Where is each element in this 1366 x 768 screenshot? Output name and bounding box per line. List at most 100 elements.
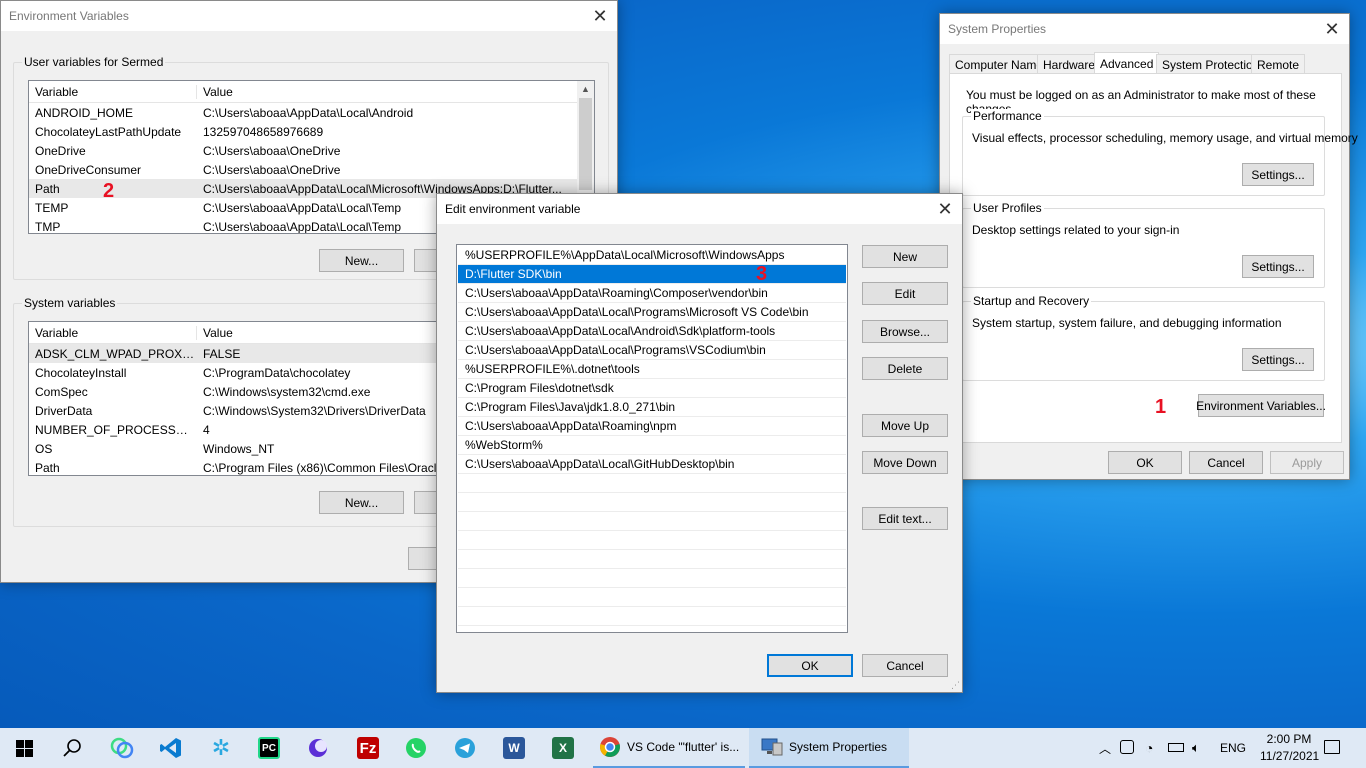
- taskbar-sysprops-item[interactable]: System Properties: [749, 728, 909, 768]
- path-list[interactable]: %USERPROFILE%\AppData\Local\Microsoft\Wi…: [456, 244, 848, 633]
- empty-list-item[interactable]: [458, 588, 846, 607]
- list-item[interactable]: C:\Users\aboaa\AppData\Local\Programs\VS…: [458, 341, 846, 360]
- list-item[interactable]: C:\Users\aboaa\AppData\Local\Android\Sdk…: [458, 322, 846, 341]
- env-titlebar[interactable]: Environment Variables ✕: [1, 1, 617, 31]
- resize-grip-icon[interactable]: ⋰: [951, 680, 960, 691]
- scrollbar-thumb[interactable]: [579, 98, 592, 190]
- variable-value: C:\Users\aboaa\AppData\Local\Android: [203, 105, 414, 120]
- variable-name: OneDrive: [35, 143, 86, 158]
- empty-list-item[interactable]: [458, 493, 846, 512]
- environment-variables-button[interactable]: Environment Variables...: [1196, 394, 1326, 417]
- edit-cancel-button[interactable]: Cancel: [862, 654, 948, 677]
- notifications-icon[interactable]: [1324, 740, 1340, 754]
- telegram-icon[interactable]: [441, 728, 489, 768]
- system-properties-icon: [761, 738, 783, 756]
- close-icon[interactable]: ✕: [1317, 14, 1347, 44]
- performance-settings-button[interactable]: Settings...: [1242, 163, 1314, 186]
- column-value[interactable]: Value: [197, 85, 233, 99]
- edit-environment-variable-dialog: Edit environment variable ✕ %USERPROFILE…: [436, 193, 963, 693]
- vscode-icon[interactable]: [147, 728, 195, 768]
- delete-button[interactable]: Delete: [862, 357, 948, 380]
- sysprops-ok-button[interactable]: OK: [1108, 451, 1182, 474]
- pycharm-icon[interactable]: PC: [245, 728, 293, 768]
- annotation-marker-3: 3: [756, 263, 768, 285]
- tab-hardware[interactable]: Hardware: [1037, 54, 1102, 74]
- table-row[interactable]: OneDrive C:\Users\aboaa\OneDrive: [29, 141, 594, 160]
- empty-list-item[interactable]: [458, 512, 846, 531]
- excel-icon[interactable]: X: [539, 728, 587, 768]
- tab-remote[interactable]: Remote: [1251, 54, 1306, 74]
- app-gear-icon[interactable]: ✲: [197, 728, 245, 768]
- system-new-button[interactable]: New...: [319, 491, 404, 514]
- empty-list-item[interactable]: [458, 607, 846, 626]
- user-profiles-label: User Profiles: [971, 201, 1044, 215]
- list-item[interactable]: C:\Users\aboaa\AppData\Local\Programs\Mi…: [458, 303, 846, 322]
- variable-name: NUMBER_OF_PROCESSORS: [35, 422, 197, 437]
- move-up-button[interactable]: Move Up: [862, 414, 948, 437]
- list-item[interactable]: %USERPROFILE%\AppData\Local\Microsoft\Wi…: [458, 246, 846, 265]
- list-item[interactable]: C:\Users\aboaa\AppData\Local\GitHubDeskt…: [458, 455, 846, 474]
- variable-value: 132597048658976689: [203, 124, 324, 139]
- edit-ok-button[interactable]: OK: [767, 654, 853, 677]
- windows-icon: [15, 739, 33, 757]
- start-button[interactable]: [0, 728, 48, 768]
- tab-advanced[interactable]: Advanced: [1094, 52, 1160, 74]
- tab-system-protection[interactable]: System Protection: [1156, 54, 1266, 74]
- list-item[interactable]: D:\Flutter SDK\bin: [458, 265, 846, 284]
- empty-list-item[interactable]: [458, 474, 846, 493]
- table-row[interactable]: ChocolateyLastPathUpdate 1325970486589766…: [29, 122, 594, 141]
- language-indicator[interactable]: ENG: [1220, 728, 1246, 768]
- table-row[interactable]: OneDriveConsumer C:\Users\aboaa\OneDrive: [29, 160, 594, 179]
- performance-desc: Visual effects, processor scheduling, me…: [972, 131, 1358, 145]
- performance-group: Performance Visual effects, processor sc…: [962, 109, 1358, 196]
- user-variables-label: User variables for Sermed: [22, 55, 166, 69]
- sysprops-cancel-button[interactable]: Cancel: [1189, 451, 1263, 474]
- clock[interactable]: 2:00 PM 11/27/2021: [1260, 731, 1319, 765]
- edit-button[interactable]: Edit: [862, 282, 948, 305]
- close-icon[interactable]: ✕: [585, 1, 615, 31]
- tray-device-icon[interactable]: [1120, 740, 1134, 754]
- list-item[interactable]: C:\Users\aboaa\AppData\Roaming\npm: [458, 417, 846, 436]
- tray-overflow-icon[interactable]: ︿: [1097, 728, 1113, 768]
- move-down-button[interactable]: Move Down: [862, 451, 948, 474]
- edit-titlebar[interactable]: Edit environment variable ✕: [437, 194, 962, 224]
- wifi-icon[interactable]: ◔: [1145, 728, 1153, 768]
- list-item[interactable]: C:\Users\aboaa\AppData\Roaming\Composer\…: [458, 284, 846, 303]
- variable-name: ComSpec: [35, 384, 88, 399]
- volume-icon[interactable]: 🔈︎: [1192, 728, 1200, 768]
- edit-text-button[interactable]: Edit text...: [862, 507, 948, 530]
- empty-list-item[interactable]: [458, 531, 846, 550]
- empty-list-item[interactable]: [458, 569, 846, 588]
- user-new-button[interactable]: New...: [319, 249, 404, 272]
- table-row[interactable]: ANDROID_HOME C:\Users\aboaa\AppData\Local…: [29, 103, 594, 122]
- scroll-up-icon[interactable]: ▲: [577, 81, 594, 98]
- browser-moon-icon[interactable]: [294, 728, 342, 768]
- tab-computer-name[interactable]: Computer Name: [949, 54, 1050, 74]
- close-icon[interactable]: ✕: [930, 194, 960, 224]
- list-item[interactable]: %USERPROFILE%\.dotnet\tools: [458, 360, 846, 379]
- clock-time: 2:00 PM: [1266, 732, 1312, 746]
- column-variable[interactable]: Variable: [29, 325, 197, 340]
- search-icon[interactable]: [48, 728, 96, 768]
- chrome-icon: [600, 737, 620, 757]
- taskbar-chrome-item[interactable]: VS Code "'flutter' is...: [593, 728, 745, 768]
- empty-list-item[interactable]: [458, 550, 846, 569]
- list-item[interactable]: C:\Program Files\dotnet\sdk: [458, 379, 846, 398]
- filezilla-icon[interactable]: Fz: [344, 728, 392, 768]
- battery-icon[interactable]: [1168, 743, 1184, 752]
- column-variable[interactable]: Variable: [29, 84, 197, 99]
- list-item[interactable]: %WebStorm%: [458, 436, 846, 455]
- list-item[interactable]: C:\Program Files\Java\jdk1.8.0_271\bin: [458, 398, 846, 417]
- android-studio-icon[interactable]: [98, 728, 146, 768]
- whatsapp-icon[interactable]: [392, 728, 440, 768]
- new-button[interactable]: New: [862, 245, 948, 268]
- sysprops-titlebar[interactable]: System Properties ✕: [940, 14, 1349, 44]
- list-header: Variable Value: [29, 81, 594, 103]
- profiles-settings-button[interactable]: Settings...: [1242, 255, 1314, 278]
- startup-settings-button[interactable]: Settings...: [1242, 348, 1314, 371]
- browse-button[interactable]: Browse...: [862, 320, 948, 343]
- variable-name: ChocolateyLastPathUpdate: [35, 124, 182, 139]
- word-icon[interactable]: W: [490, 728, 538, 768]
- column-value[interactable]: Value: [197, 326, 233, 340]
- sysprops-apply-button[interactable]: Apply: [1270, 451, 1344, 474]
